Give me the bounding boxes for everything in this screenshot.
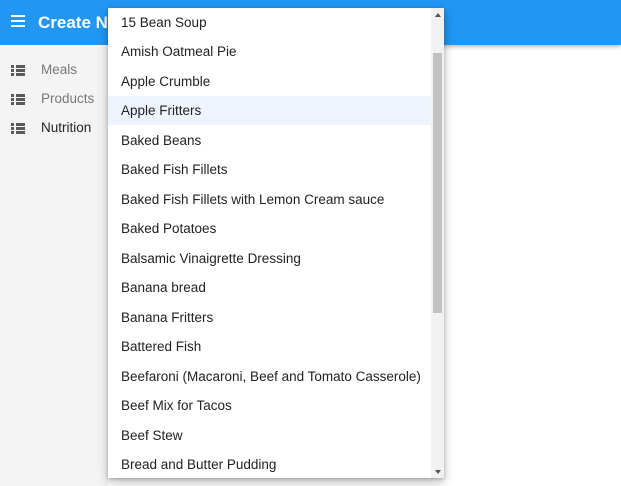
scrollbar-thumb[interactable] <box>433 53 442 313</box>
dropdown-option[interactable]: Baked Fish Fillets with Lemon Cream sauc… <box>108 185 431 214</box>
meal-select-dropdown[interactable]: 15 Bean Soup Amish Oatmeal Pie Apple Cru… <box>108 8 444 478</box>
dropdown-option[interactable]: Baked Fish Fillets <box>108 155 431 184</box>
dropdown-option[interactable]: Baked Beans <box>108 126 431 155</box>
dropdown-option[interactable]: Battered Fish <box>108 332 431 361</box>
scroll-up-arrow-icon[interactable] <box>431 8 444 21</box>
sidebar-item-nutrition[interactable]: Nutrition <box>0 114 108 143</box>
dropdown-option[interactable]: Balsamic Vinaigrette Dressing <box>108 244 431 273</box>
dropdown-option[interactable]: Apple Crumble <box>108 67 431 96</box>
dropdown-option[interactable]: Banana bread <box>108 273 431 302</box>
dropdown-option-highlighted[interactable]: Apple Fritters <box>108 96 431 125</box>
sidebar-item-meals[interactable]: Meals <box>0 56 108 85</box>
scroll-down-arrow-icon[interactable] <box>431 465 444 478</box>
hamburger-menu-icon[interactable] <box>11 15 25 28</box>
sidebar-item-products[interactable]: Products <box>0 85 108 114</box>
dropdown-option[interactable]: Baked Potatoes <box>108 214 431 243</box>
dropdown-option[interactable]: Bread and Butter Pudding <box>108 450 431 478</box>
sidebar-item-label: Meals <box>41 62 78 77</box>
sidebar: Meals Products Nutrition <box>0 45 108 486</box>
list-icon <box>11 65 25 76</box>
dropdown-option[interactable]: Beef Mix for Tacos <box>108 391 431 420</box>
dropdown-option[interactable]: Banana Fritters <box>108 303 431 332</box>
list-icon <box>11 123 25 134</box>
dropdown-option[interactable]: Beefaroni (Macaroni, Beef and Tomato Cas… <box>108 362 431 391</box>
sidebar-item-label: Products <box>41 91 95 106</box>
dropdown-option[interactable]: 15 Bean Soup <box>108 8 431 37</box>
dropdown-option[interactable]: Amish Oatmeal Pie <box>108 37 431 66</box>
dropdown-option[interactable]: Beef Stew <box>108 421 431 450</box>
dropdown-scrollbar[interactable] <box>431 8 444 478</box>
sidebar-item-label: Nutrition <box>41 120 92 135</box>
list-icon <box>11 94 25 105</box>
